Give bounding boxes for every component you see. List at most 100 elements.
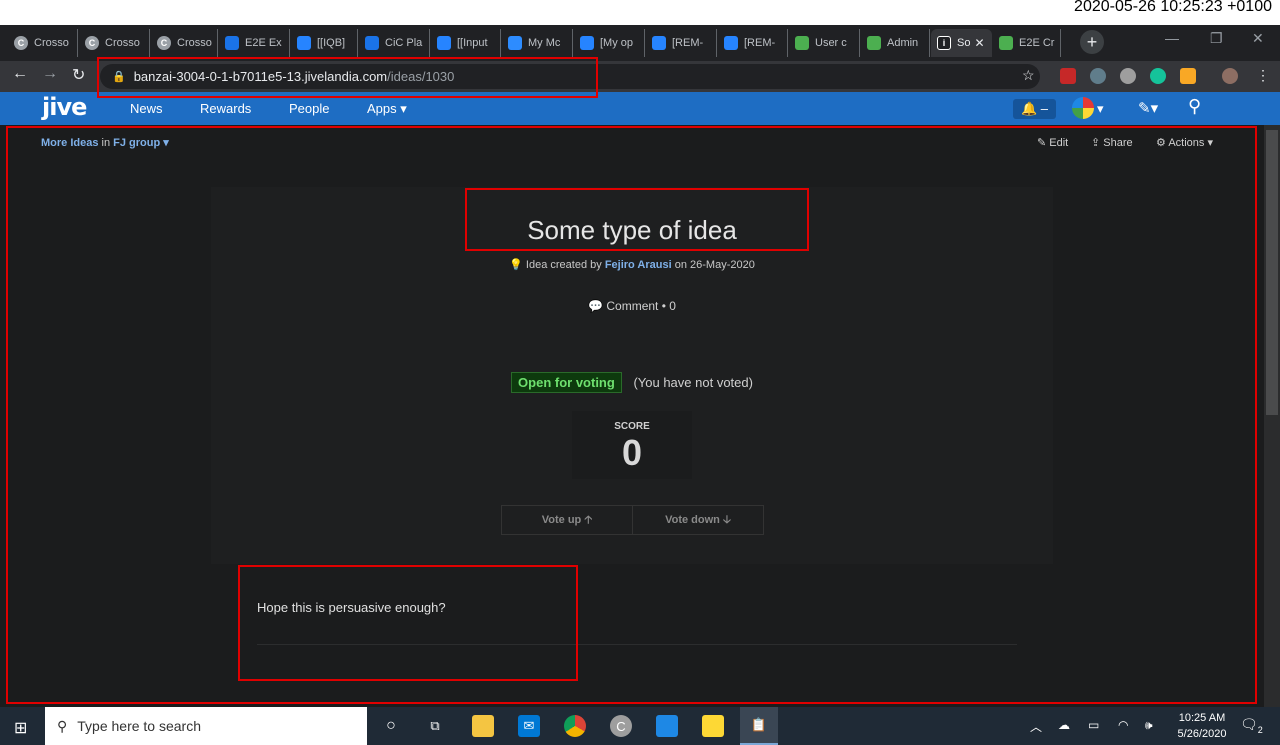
meta-suffix: on 26-May-2020	[674, 259, 755, 271]
vote-up-button[interactable]: Vote up 🡡	[502, 506, 632, 534]
reload-icon[interactable]: ↻	[72, 65, 85, 85]
bell-icon[interactable]: 🔔 –	[1013, 99, 1057, 119]
comment-label: Comment	[606, 299, 659, 313]
comment-link[interactable]: 💬 Comment • 0	[211, 299, 1053, 313]
more-ideas-link[interactable]: More Ideas	[41, 137, 98, 149]
profile-avatar[interactable]	[1222, 68, 1238, 84]
share-button[interactable]: ⇪ Share	[1091, 136, 1133, 149]
vote-down-button[interactable]: Vote down 🡣	[632, 506, 763, 534]
timestamp-bar: 2020-05-26 10:25:23 +0100	[0, 0, 1280, 25]
tab-11[interactable]: User c	[789, 29, 860, 57]
address-bar[interactable]: 🔒 banzai-3004-0-1-b7011e5-13.jivelandia.…	[100, 64, 1040, 89]
lightbulb-icon: 💡	[509, 259, 523, 271]
taskbar-search[interactable]: ⚲ Type here to search	[45, 707, 367, 745]
new-tab-button[interactable]: +	[1080, 30, 1104, 54]
page-content: More Ideas in FJ group ▾ ✎ Edit ⇪ Share …	[0, 125, 1264, 707]
pencil-icon[interactable]: ✎▾	[1138, 99, 1158, 117]
star-icon[interactable]: ☆	[1022, 67, 1035, 84]
page-scrollbar[interactable]	[1264, 125, 1280, 707]
tab-14[interactable]: E2E Cr	[993, 29, 1061, 57]
score-label: SCORE	[614, 421, 650, 432]
tab-7[interactable]: My Mc	[502, 29, 573, 57]
idea-body-text: Hope this is persuasive enough?	[257, 600, 446, 615]
breadcrumb: More Ideas in FJ group ▾	[41, 137, 169, 149]
tab-4[interactable]: [[IQB]	[291, 29, 358, 57]
url-path: /ideas/1030	[387, 69, 455, 84]
score-value: 0	[621, 432, 643, 473]
tab-label: CiC Pla	[385, 37, 423, 49]
back-icon[interactable]: ←	[12, 65, 28, 83]
voting-status: Open for voting (You have not voted)	[211, 372, 1053, 393]
task-view-icon[interactable]: ⧉	[424, 715, 446, 737]
bar-chart-icon	[999, 36, 1013, 50]
diamond-icon	[580, 36, 594, 50]
nav-news[interactable]: News	[130, 101, 163, 116]
volume-icon[interactable]: 🕪	[1145, 718, 1153, 733]
close-tab-icon[interactable]: ✕	[974, 36, 984, 50]
jive-icon: i	[937, 36, 951, 50]
tab-5[interactable]: CiC Pla	[359, 29, 430, 57]
extension-icon[interactable]	[1090, 68, 1106, 84]
tab-6[interactable]: [[Input	[431, 29, 501, 57]
nav-apps[interactable]: Apps ▾	[367, 101, 407, 117]
vote-note: (You have not voted)	[633, 375, 753, 390]
minimize-icon[interactable]: —	[1165, 30, 1179, 46]
scroll-thumb[interactable]	[1266, 130, 1278, 415]
grammarly-icon[interactable]	[1150, 68, 1166, 84]
timestamp: 2020-05-26 10:25:23 +0100	[1074, 0, 1272, 15]
extension-icon[interactable]	[1120, 68, 1136, 84]
lock-icon: 🔒	[112, 71, 126, 83]
nav-people[interactable]: People	[289, 101, 329, 116]
tab-13[interactable]: i So ✕	[931, 29, 992, 57]
pdf-extension-icon[interactable]	[1060, 68, 1076, 84]
app-icon[interactable]	[656, 715, 678, 737]
clipboard-icon[interactable]: 📋	[740, 707, 778, 745]
sticky-notes-icon[interactable]	[702, 715, 724, 737]
close-window-icon[interactable]: ✕	[1252, 30, 1264, 47]
clock-date: 5/26/2020	[1177, 728, 1227, 740]
restore-icon[interactable]: ❐	[1210, 30, 1223, 47]
windows-start-icon[interactable]: ⊞	[14, 718, 27, 738]
tab-12[interactable]: Admin	[861, 29, 930, 57]
comment-count: 0	[669, 299, 676, 313]
battery-icon[interactable]: ▭	[1088, 718, 1099, 732]
tab-label: Crosso	[34, 37, 69, 49]
forward-icon[interactable]: →	[42, 65, 58, 83]
tab-2[interactable]: C Crosso	[151, 29, 218, 57]
edit-label: Edit	[1049, 137, 1069, 149]
tab-9[interactable]: [REM-	[646, 29, 717, 57]
tab-1[interactable]: C Crosso	[79, 29, 150, 57]
tab-label: [REM-	[672, 37, 704, 49]
notification-icon[interactable]: 🗨2	[1240, 716, 1263, 735]
tab-0[interactable]: C Crosso	[8, 29, 78, 57]
wifi-icon[interactable]: ◠	[1118, 718, 1128, 732]
edit-button[interactable]: ✎ Edit	[1037, 136, 1068, 149]
nav-rewards[interactable]: Rewards	[200, 101, 251, 116]
jive-logo[interactable]: jive	[42, 93, 87, 121]
tab-8[interactable]: [My op	[574, 29, 645, 57]
diamond-icon	[652, 36, 666, 50]
chrome-icon[interactable]	[564, 715, 586, 737]
tab-label: Admin	[887, 37, 919, 49]
file-explorer-icon[interactable]	[472, 715, 494, 737]
menu-icon[interactable]: ⋮	[1256, 67, 1270, 84]
mail-icon[interactable]: ✉	[518, 715, 540, 737]
search-icon[interactable]: ⚲	[1188, 96, 1201, 117]
tab-label: [My op	[600, 37, 634, 49]
diamond-icon	[437, 36, 451, 50]
tab-label: User c	[815, 37, 847, 49]
cortana-icon[interactable]: ○	[380, 715, 402, 737]
group-link[interactable]: FJ group	[113, 137, 160, 149]
tab-10[interactable]: [REM-	[718, 29, 788, 57]
cloud-icon[interactable]: ☁	[1058, 718, 1070, 732]
system-clock[interactable]: 10:25 AM 5/26/2020	[1172, 710, 1232, 742]
tab-3[interactable]: E2E Ex	[219, 29, 290, 57]
actions-button[interactable]: ⚙ Actions ▾	[1156, 136, 1213, 149]
tab-label: E2E Ex	[245, 37, 282, 49]
app-icon[interactable]: C	[610, 715, 632, 737]
chevron-down-icon[interactable]: ▾	[1097, 101, 1104, 117]
user-avatar[interactable]	[1072, 97, 1094, 119]
author-link[interactable]: Fejiro Arausi	[605, 259, 672, 271]
chevron-up-icon[interactable]: ︿	[1030, 718, 1042, 735]
extension-icon[interactable]	[1180, 68, 1196, 84]
